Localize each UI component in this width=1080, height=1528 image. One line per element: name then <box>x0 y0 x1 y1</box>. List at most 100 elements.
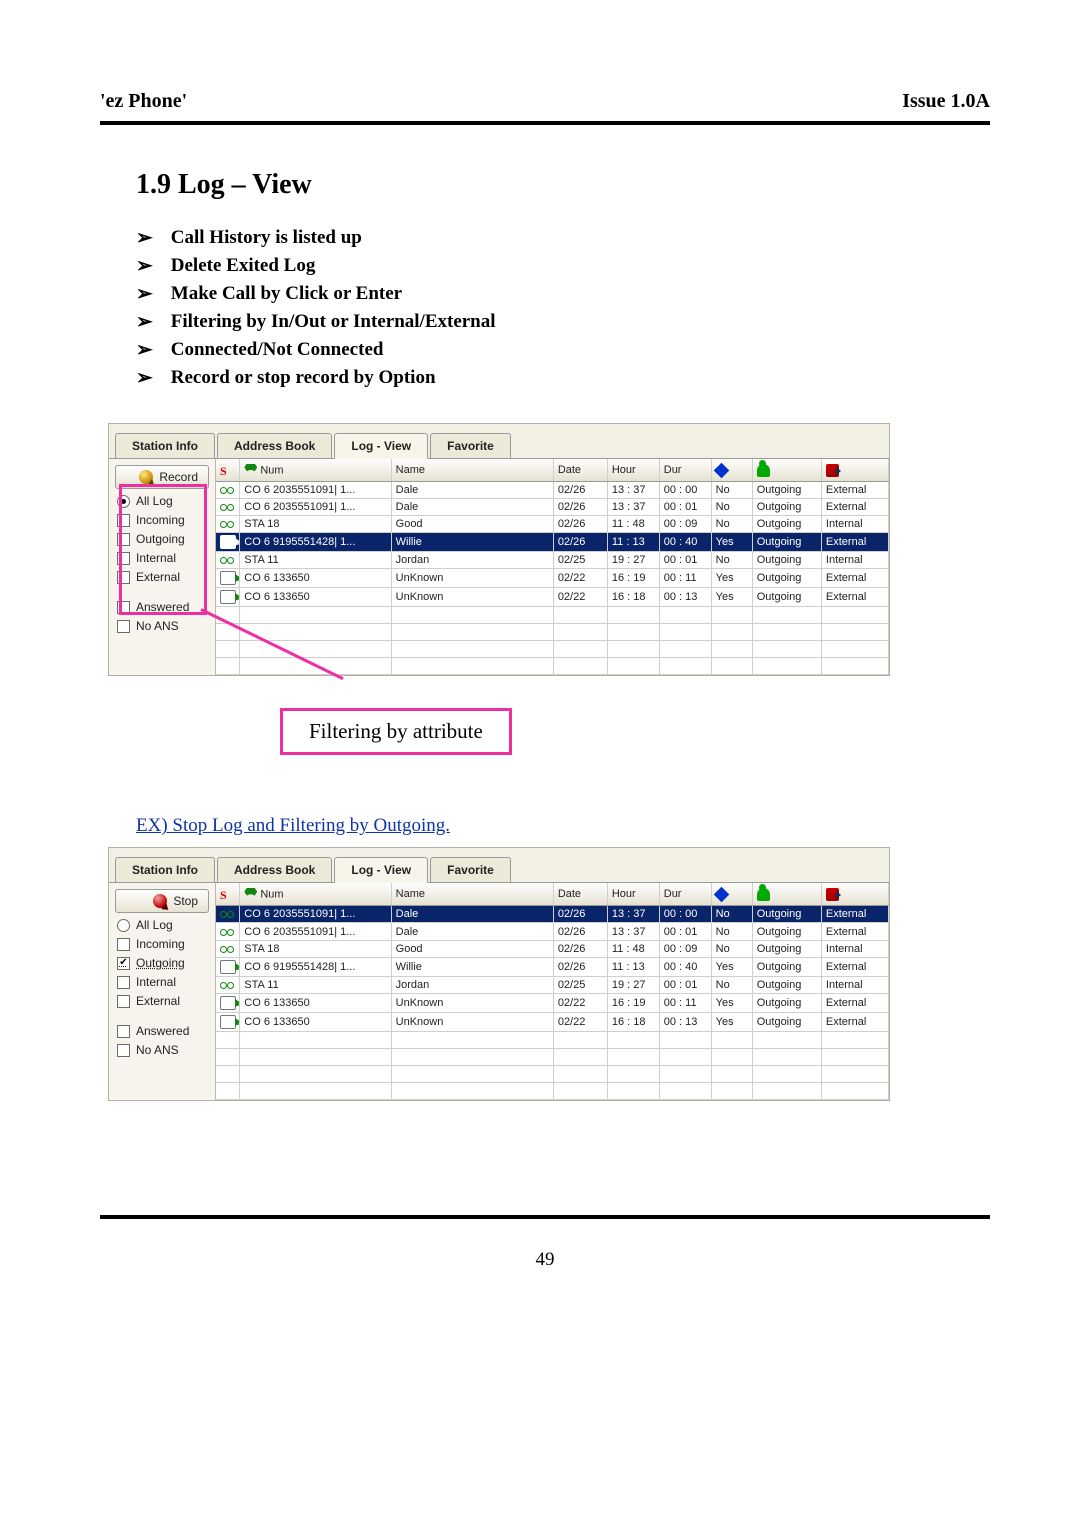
table-row[interactable]: CO 6 9195551428| 1...Willie02/2611 : 130… <box>216 957 889 976</box>
tab-favorite[interactable]: Favorite <box>430 857 511 882</box>
table-row[interactable]: CO 6 2035551091| 1...Dale02/2613 : 3700 … <box>216 499 889 516</box>
log-view-screenshot-2: Station Info Address Book Log - View Fav… <box>108 847 890 1100</box>
col-num[interactable]: Num <box>240 459 391 482</box>
col-route[interactable] <box>821 883 888 906</box>
table-row[interactable]: STA 18Good02/2611 : 4800 : 09NoOutgoingI… <box>216 940 889 957</box>
tab-favorite[interactable]: Favorite <box>430 433 511 458</box>
table-row[interactable]: STA 18Good02/2611 : 4800 : 09NoOutgoingI… <box>216 516 889 533</box>
cell-connected: Yes <box>711 1012 752 1031</box>
cell-dur: 00 : 01 <box>659 552 711 569</box>
col-date[interactable]: Date <box>553 883 607 906</box>
cell-route: Internal <box>821 516 888 533</box>
cell-name: UnKnown <box>391 993 553 1012</box>
filter-internal[interactable]: Internal <box>117 975 207 989</box>
tab-station-info[interactable]: Station Info <box>115 433 215 458</box>
checkbox-icon <box>117 957 130 970</box>
col-status[interactable]: S <box>216 459 240 482</box>
filter-incoming[interactable]: Incoming <box>117 937 207 951</box>
col-dur[interactable]: Dur <box>659 459 711 482</box>
tab-station-info[interactable]: Station Info <box>115 857 215 882</box>
status-header-icon: S <box>220 888 233 901</box>
cell-num: CO 6 2035551091| 1... <box>240 499 391 516</box>
cell-hour: 13 : 37 <box>607 906 659 923</box>
cell-name: Dale <box>391 923 553 940</box>
col-hour[interactable]: Hour <box>607 459 659 482</box>
checkbox-icon <box>117 571 130 584</box>
filter-answered[interactable]: Answered <box>117 600 207 614</box>
col-date[interactable]: Date <box>553 459 607 482</box>
col-direction[interactable] <box>752 883 821 906</box>
divider <box>100 121 990 125</box>
filter-no-ans[interactable]: No ANS <box>117 619 207 633</box>
cell-dur: 00 : 40 <box>659 957 711 976</box>
cell-num: CO 6 133650 <box>240 588 391 607</box>
col-status[interactable]: S <box>216 883 240 906</box>
col-name[interactable]: Name <box>391 459 553 482</box>
filter-incoming[interactable]: Incoming <box>117 513 207 527</box>
row-status-icon <box>220 518 234 530</box>
table-row[interactable]: STA 11Jordan02/2519 : 2700 : 01NoOutgoin… <box>216 976 889 993</box>
table-row[interactable]: CO 6 9195551428| 1...Willie02/2611 : 130… <box>216 533 889 552</box>
cell-name: Dale <box>391 499 553 516</box>
tab-log-view[interactable]: Log - View <box>334 433 428 459</box>
col-connected[interactable] <box>711 459 752 482</box>
cell-connected: No <box>711 516 752 533</box>
radio-icon <box>117 919 130 932</box>
table-row[interactable]: CO 6 133650UnKnown02/2216 : 1900 : 11Yes… <box>216 569 889 588</box>
table-row[interactable]: STA 11Jordan02/2519 : 2700 : 01NoOutgoin… <box>216 552 889 569</box>
record-icon <box>139 470 153 484</box>
tab-address-book[interactable]: Address Book <box>217 857 332 882</box>
filter-all-log[interactable]: All Log <box>117 918 207 932</box>
col-route[interactable] <box>821 459 888 482</box>
filter-answered[interactable]: Answered <box>117 1024 207 1038</box>
cell-name: Dale <box>391 906 553 923</box>
filter-external[interactable]: External <box>117 570 207 584</box>
stop-button[interactable]: Stop <box>115 889 209 913</box>
filter-outgoing[interactable]: Outgoing <box>117 532 207 546</box>
filter-internal[interactable]: Internal <box>117 551 207 565</box>
cell-dur: 00 : 00 <box>659 906 711 923</box>
col-num[interactable]: Num <box>240 883 391 906</box>
cell-date: 02/26 <box>553 516 607 533</box>
cell-name: Good <box>391 940 553 957</box>
table-row[interactable]: CO 6 2035551091| 1...Dale02/2613 : 3700 … <box>216 906 889 923</box>
row-status-icon <box>220 501 234 513</box>
cell-dur: 00 : 11 <box>659 569 711 588</box>
filter-outgoing[interactable]: Outgoing <box>117 956 207 970</box>
table-row[interactable]: CO 6 133650UnKnown02/2216 : 1800 : 13Yes… <box>216 1012 889 1031</box>
cell-num: STA 18 <box>240 940 391 957</box>
cell-dur: 00 : 00 <box>659 482 711 499</box>
cell-hour: 13 : 37 <box>607 482 659 499</box>
cell-direction: Outgoing <box>752 482 821 499</box>
cell-direction: Outgoing <box>752 516 821 533</box>
col-hour[interactable]: Hour <box>607 883 659 906</box>
record-button[interactable]: Record <box>115 465 209 489</box>
table-row[interactable]: CO 6 2035551091| 1...Dale02/2613 : 3700 … <box>216 923 889 940</box>
tab-log-view[interactable]: Log - View <box>334 857 428 883</box>
cell-date: 02/25 <box>553 552 607 569</box>
table-row[interactable]: CO 6 133650UnKnown02/2216 : 1900 : 11Yes… <box>216 993 889 1012</box>
cell-connected: No <box>711 906 752 923</box>
filter-all-log[interactable]: All Log <box>117 494 207 508</box>
callout-label: Filtering by attribute <box>280 708 512 755</box>
cell-connected: No <box>711 940 752 957</box>
cell-date: 02/22 <box>553 1012 607 1031</box>
cell-route: External <box>821 533 888 552</box>
col-direction[interactable] <box>752 459 821 482</box>
col-connected[interactable] <box>711 883 752 906</box>
col-name[interactable]: Name <box>391 883 553 906</box>
filter-external[interactable]: External <box>117 994 207 1008</box>
cell-name: Dale <box>391 482 553 499</box>
table-row[interactable]: CO 6 133650UnKnown02/2216 : 1800 : 13Yes… <box>216 588 889 607</box>
cell-connected: Yes <box>711 993 752 1012</box>
filter-no-ans[interactable]: No ANS <box>117 1043 207 1057</box>
tab-address-book[interactable]: Address Book <box>217 433 332 458</box>
example-heading-link[interactable]: EX) Stop Log and Filtering by Outgoing. <box>136 815 990 837</box>
cell-date: 02/22 <box>553 993 607 1012</box>
col-dur[interactable]: Dur <box>659 883 711 906</box>
cell-dur: 00 : 01 <box>659 499 711 516</box>
cell-direction: Outgoing <box>752 957 821 976</box>
connected-header-icon <box>713 462 729 478</box>
table-row[interactable]: CO 6 2035551091| 1...Dale02/2613 : 3700 … <box>216 482 889 499</box>
row-status-icon <box>220 1015 236 1029</box>
